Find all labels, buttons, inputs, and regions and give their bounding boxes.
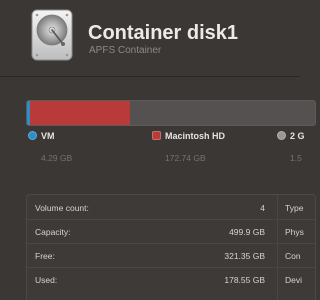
- info-row-free: Free: 321.35 GB Con: [27, 243, 315, 267]
- info-right-key: Con: [285, 251, 301, 261]
- legend-item-macintosh-hd: Macintosh HD 172.74 GB: [152, 127, 225, 163]
- legend-label: Macintosh HD: [165, 130, 226, 141]
- hard-drive-icon: [28, 8, 76, 62]
- legend-size: 4.29 GB: [41, 153, 73, 163]
- info-value: 4: [260, 203, 265, 213]
- info-key: Free:: [35, 251, 55, 261]
- usage-bar: [26, 100, 316, 126]
- info-value: 178.55 GB: [224, 275, 265, 285]
- info-value: 499.9 GB: [229, 227, 265, 237]
- legend-label: 2 G: [290, 130, 305, 141]
- info-right-key: Type: [285, 203, 304, 213]
- info-right-key: Phys: [285, 227, 304, 237]
- info-right-key: Devi: [285, 275, 303, 285]
- legend-dot-macintosh-hd: [152, 131, 161, 141]
- legend-size: 172.74 GB: [165, 153, 206, 163]
- container-title: Container disk1: [88, 22, 239, 44]
- legend-size: 1.5: [290, 153, 302, 163]
- info-value: 321.35 GB: [224, 251, 265, 261]
- legend-item-vm: VM 4.29 GB: [28, 127, 72, 163]
- legend-dot-third: [277, 131, 286, 141]
- info-key: Volume count:: [35, 203, 89, 213]
- info-key: Used:: [35, 275, 58, 285]
- legend-item-third: 2 G 1.5: [277, 127, 305, 163]
- info-panel: Volume count: 4 Type Capacity: 499.9 GB …: [26, 194, 316, 300]
- header-divider: [0, 76, 300, 77]
- legend-label: VM: [41, 130, 55, 141]
- legend-dot-vm: [28, 131, 37, 141]
- info-key: Capacity:: [35, 227, 71, 237]
- info-row-capacity: Capacity: 499.9 GB Phys: [27, 219, 315, 243]
- container-subtitle: APFS Container: [89, 45, 162, 56]
- info-row-volume-count: Volume count: 4 Type: [27, 195, 315, 219]
- usage-segment-macintosh-hd: [30, 101, 130, 125]
- info-row-used: Used: 178.55 GB Devi: [27, 267, 315, 291]
